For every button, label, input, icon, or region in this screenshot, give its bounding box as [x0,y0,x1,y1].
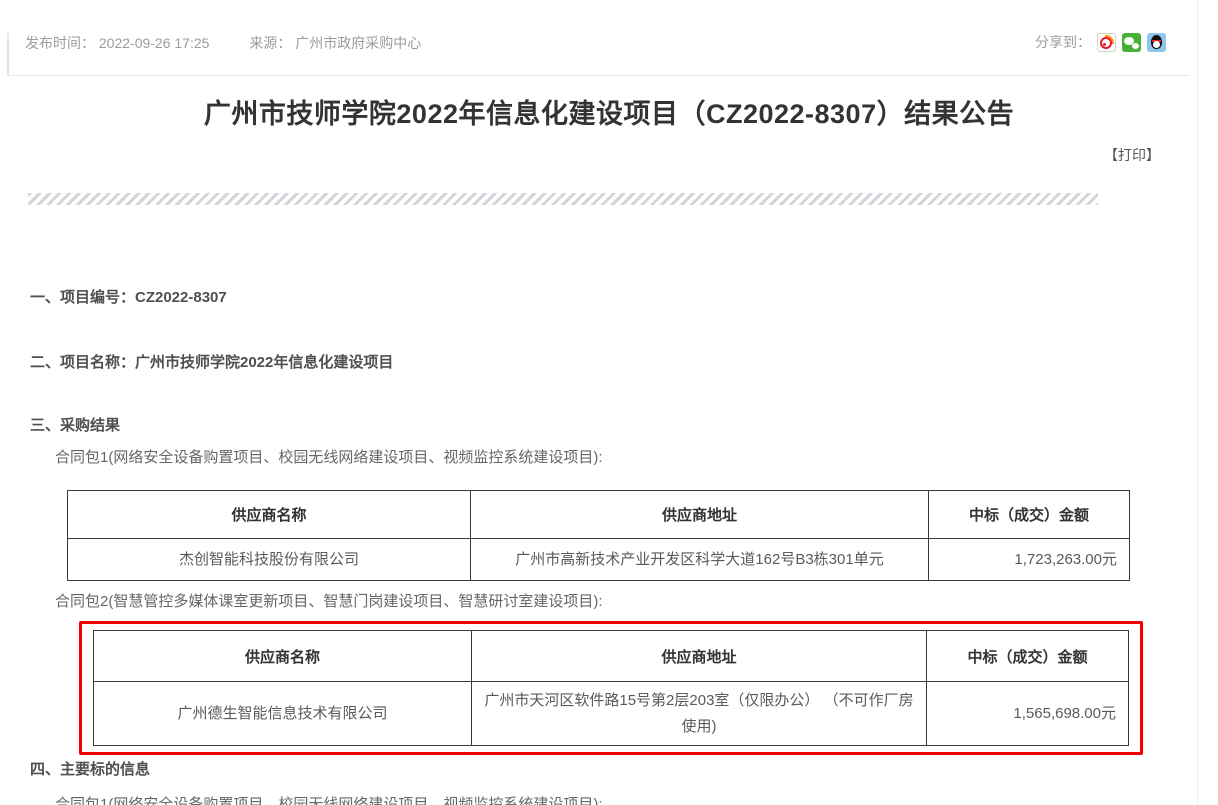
table-row: 广州德生智能信息技术有限公司 广州市天河区软件路15号第2层203室（仅限办公）… [94,682,1129,746]
qq-penguin-belly [1153,41,1160,48]
publish-time-value: 2022-09-26 17:25 [99,35,210,51]
th-award-amount: 中标（成交）金额 [929,491,1130,539]
source-value: 广州市政府采购中心 [295,35,421,51]
package2-result-table: 供应商名称 供应商地址 中标（成交）金额 广州德生智能信息技术有限公司 广州市天… [93,630,1129,746]
share-label: 分享到： [1035,32,1091,52]
weibo-eye-shape [1100,37,1112,49]
package1-result-table: 供应商名称 供应商地址 中标（成交）金额 杰创智能科技股份有限公司 广州市高新技… [67,490,1130,581]
th-award-amount: 中标（成交）金额 [927,631,1129,682]
print-button[interactable]: 【打印】 [1104,145,1160,165]
td-supplier-name: 广州德生智能信息技术有限公司 [94,682,472,746]
section-procurement-result: 三、采购结果 [30,414,120,435]
package2-label: 合同包2(智慧管控多媒体课室更新项目、智慧门岗建设项目、智慧研讨室建设项目): [55,590,603,611]
td-supplier-address: 广州市高新技术产业开发区科学大道162号B3栋301单元 [471,539,929,581]
wechat-bubble-small [1132,43,1139,49]
meta-bar-divider [8,75,1190,76]
table-row: 杰创智能科技股份有限公司 广州市高新技术产业开发区科学大道162号B3栋301单… [68,539,1130,581]
page-corner-divider [7,33,9,76]
hatched-divider [28,193,1098,205]
td-supplier-name: 杰创智能科技股份有限公司 [68,539,471,581]
section-main-subject-info: 四、主要标的信息 [30,758,150,779]
package1-label: 合同包1(网络安全设备购置项目、校园无线网络建设项目、视频监控系统建设项目): [55,446,603,467]
clipped-bottom-text: 合同包1(网络安全设备购置项目、校园无线网络建设项目、视频监控系统建设项目): [55,793,603,805]
table-header-row: 供应商名称 供应商地址 中标（成交）金额 [68,491,1130,539]
qq-share-icon[interactable] [1147,33,1166,52]
th-supplier-name: 供应商名称 [68,491,471,539]
share-bar: 分享到： [1035,32,1166,52]
wechat-share-icon[interactable] [1122,33,1141,52]
weibo-pupil-shape [1103,43,1106,46]
meta-bar: 发布时间： 2022-09-26 17:25 来源： 广州市政府采购中心 [25,33,457,53]
section-project-number: 一、项目编号：CZ2022-8307 [30,286,227,307]
th-supplier-address: 供应商地址 [472,631,927,682]
th-supplier-address: 供应商地址 [471,491,929,539]
publish-time-label: 发布时间： [25,35,95,51]
weibo-share-icon[interactable] [1097,33,1116,52]
page-title: 广州市技师学院2022年信息化建设项目（CZ2022-8307）结果公告 [14,92,1204,131]
source-label: 来源： [249,35,291,51]
section-project-name: 二、项目名称：广州市技师学院2022年信息化建设项目 [30,351,393,372]
td-award-amount: 1,565,698.00元 [927,682,1129,746]
announcement-page: 发布时间： 2022-09-26 17:25 来源： 广州市政府采购中心 分享到… [0,0,1218,805]
table-header-row: 供应商名称 供应商地址 中标（成交）金额 [94,631,1129,682]
th-supplier-name: 供应商名称 [94,631,472,682]
td-supplier-address: 广州市天河区软件路15号第2层203室（仅限办公） （不可作厂房使用) [472,682,927,746]
td-award-amount: 1,723,263.00元 [929,539,1130,581]
